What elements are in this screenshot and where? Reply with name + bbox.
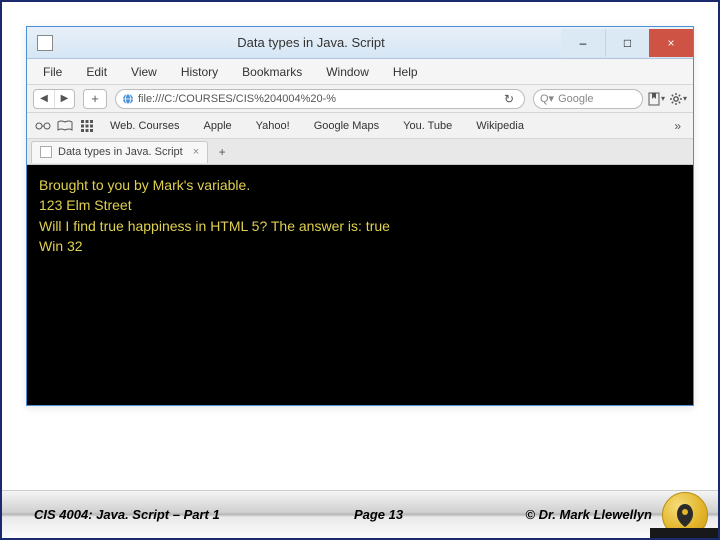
bookmark-wikipedia[interactable]: Wikipedia	[465, 117, 535, 135]
maximize-button[interactable]: □	[605, 29, 649, 57]
footer-center: Page 13	[264, 507, 494, 522]
reload-button[interactable]: ↻	[500, 92, 518, 106]
footer-left: CIS 4004: Java. Script – Part 1	[2, 507, 264, 522]
bookmarks-overflow-icon[interactable]: »	[668, 119, 687, 133]
url-text: file:///C:/COURSES/CIS%204004%20-%	[138, 93, 336, 105]
bookmarks-bar: Web. Courses Apple Yahoo! Google Maps Yo…	[27, 113, 693, 139]
bookmark-apple[interactable]: Apple	[193, 117, 243, 135]
tab-bar: Data types in Java. Script × +	[27, 139, 693, 165]
bookmark-webcourses[interactable]: Web. Courses	[99, 117, 191, 135]
search-engine-icon: Q▾	[540, 92, 554, 105]
search-placeholder: Google	[558, 93, 593, 105]
tab-label: Data types in Java. Script	[58, 146, 183, 158]
nav-buttons: ◀ ▶	[33, 89, 75, 109]
browser-window: Data types in Java. Script – □ × File Ed…	[26, 26, 694, 406]
menu-view[interactable]: View	[119, 61, 169, 83]
minimize-button[interactable]: –	[561, 29, 605, 57]
page-content: Brought to you by Mark's variable. 123 E…	[27, 165, 693, 405]
new-tab-toolbar-button[interactable]: +	[83, 89, 107, 109]
page-favicon-icon	[37, 35, 53, 51]
slide-footer: CIS 4004: Java. Script – Part 1 Page 13 …	[2, 490, 718, 538]
gear-icon[interactable]: ▾	[669, 90, 687, 108]
reading-list-icon[interactable]	[33, 117, 53, 135]
back-button[interactable]: ◀	[34, 90, 54, 108]
search-bar[interactable]: Q▾ Google	[533, 89, 643, 109]
titlebar: Data types in Java. Script – □ ×	[27, 27, 693, 59]
address-bar[interactable]: file:///C:/COURSES/CIS%204004%20-% ↻	[115, 89, 525, 109]
menubar: File Edit View History Bookmarks Window …	[27, 59, 693, 85]
bookmark-yahoo[interactable]: Yahoo!	[245, 117, 301, 135]
window-controls: – □ ×	[561, 29, 693, 57]
toolbar: ◀ ▶ + file:///C:/COURSES/CIS%204004%20-%…	[27, 85, 693, 113]
bookmark-dropdown-icon[interactable]: ▾	[647, 90, 665, 108]
browser-tab[interactable]: Data types in Java. Script ×	[31, 141, 208, 163]
globe-icon	[122, 93, 134, 105]
menu-history[interactable]: History	[169, 61, 230, 83]
top-sites-grid-icon[interactable]	[77, 117, 97, 135]
window-title: Data types in Java. Script	[61, 35, 561, 50]
menu-file[interactable]: File	[31, 61, 74, 83]
menu-help[interactable]: Help	[381, 61, 430, 83]
bookmark-googlemaps[interactable]: Google Maps	[303, 117, 390, 135]
output-line-2: 123 Elm Street	[39, 195, 681, 215]
close-button[interactable]: ×	[649, 29, 693, 57]
bookmark-youtube[interactable]: You. Tube	[392, 117, 463, 135]
output-line-1: Brought to you by Mark's variable.	[39, 175, 681, 195]
output-line-4: Win 32	[39, 236, 681, 256]
tab-close-button[interactable]: ×	[193, 146, 199, 158]
tab-favicon-icon	[40, 146, 52, 158]
forward-button[interactable]: ▶	[54, 90, 74, 108]
menu-bookmarks[interactable]: Bookmarks	[230, 61, 314, 83]
footer-right: © Dr. Mark Llewellyn	[493, 507, 652, 522]
menu-edit[interactable]: Edit	[74, 61, 119, 83]
open-book-icon[interactable]	[55, 117, 75, 135]
output-line-3: Will I find true happiness in HTML 5? Th…	[39, 216, 681, 236]
new-tab-button[interactable]: +	[214, 144, 230, 160]
footer-strip	[650, 528, 718, 538]
menu-window[interactable]: Window	[314, 61, 381, 83]
